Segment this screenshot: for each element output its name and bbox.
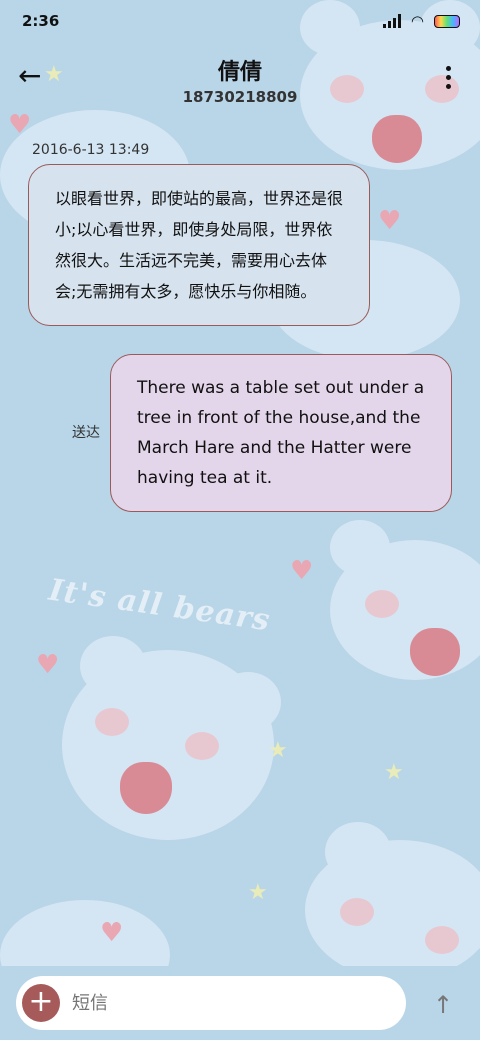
contact-number: 18730218809 [182, 88, 298, 106]
wallpaper-text: It's all bears [46, 572, 273, 639]
message-input[interactable] [72, 976, 392, 1030]
add-attachment-button[interactable]: + [22, 984, 60, 1022]
status-time: 2:36 [22, 12, 60, 30]
incoming-message-bubble[interactable]: 以眼看世界，即使站的最高，世界还是很小;以心看世界，即使身处局限，世界依然很大。… [28, 164, 370, 326]
contact-name: 倩倩 [217, 60, 262, 85]
delivery-status: 送达 [72, 425, 100, 441]
message-composer: + ↑ [0, 966, 480, 1040]
contact-info[interactable]: 倩倩 18730218809 [0, 54, 480, 106]
signal-icon [382, 14, 401, 28]
message-timestamp: 2016-6-13 13:49 [32, 142, 150, 158]
battery-icon [434, 14, 460, 28]
wifi-icon: ◠ [410, 12, 424, 30]
status-bar: 2:36 ◠ [0, 0, 480, 44]
composer-pill: + [16, 976, 406, 1030]
outgoing-message-bubble[interactable]: There was a table set out under a tree i… [110, 354, 452, 512]
system-icons: ◠ [382, 12, 460, 30]
more-options-icon[interactable] [446, 66, 452, 89]
conversation-header: ← 倩倩 18730218809 [0, 48, 480, 108]
send-arrow-icon[interactable]: ↑ [428, 990, 458, 1020]
